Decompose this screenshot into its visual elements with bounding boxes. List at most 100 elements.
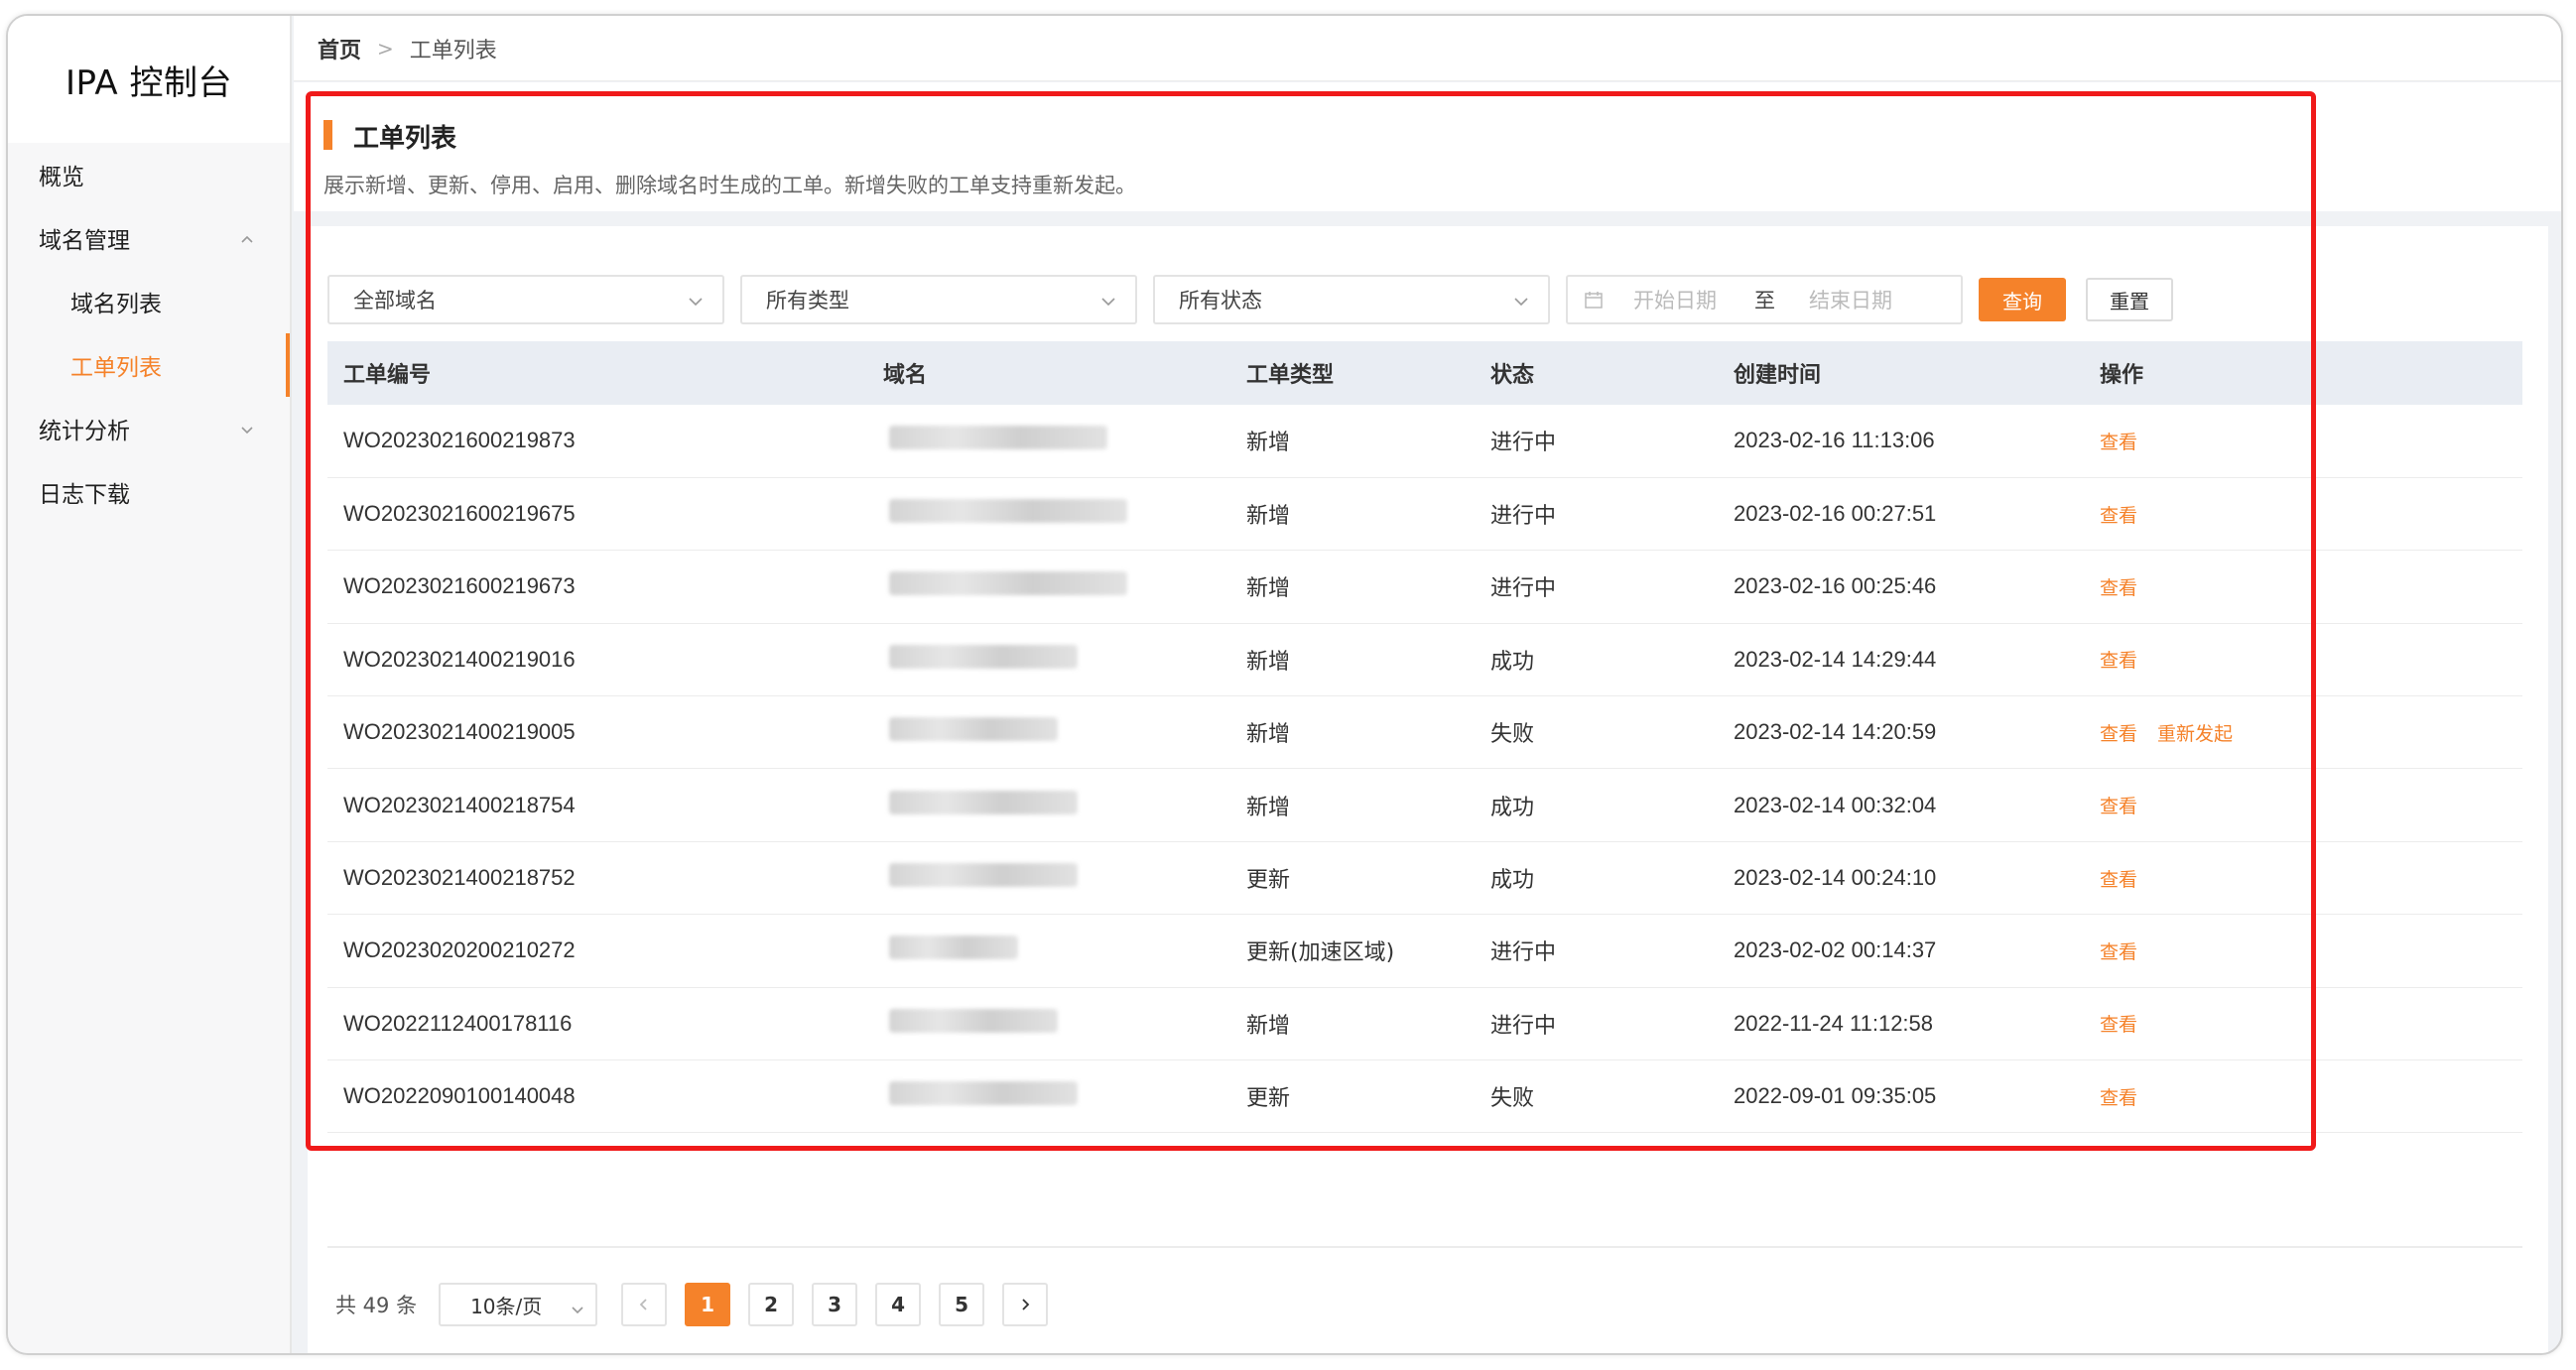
created-time: 2023-02-02 00:14:37: [1734, 914, 2100, 988]
query-button[interactable]: 查询: [1979, 278, 2066, 321]
ticket-type: 更新(加速区域): [1246, 914, 1490, 988]
actions-cell: 查看: [2100, 841, 2522, 916]
created-time: 2023-02-14 14:20:59: [1734, 695, 2100, 770]
redacted-domain: [889, 1008, 1058, 1033]
page-button-2[interactable]: 2: [748, 1283, 795, 1326]
created-time: 2023-02-14 00:32:04: [1734, 768, 2100, 842]
ticket-list-panel: 全部域名 所有类型 所有状态 开始日期 至 结束日期 查询 重置 工单编号 域名…: [308, 226, 2548, 1353]
table-header-row: 工单编号 域名 工单类型 状态 创建时间 操作: [327, 341, 2522, 405]
view-link[interactable]: 查看: [2100, 796, 2137, 817]
breadcrumb: 首页 > 工单列表: [294, 16, 2561, 81]
column-header-status: 状态: [1490, 341, 1734, 405]
ticket-type: 新增: [1246, 550, 1490, 624]
sidebar-item-domain-management[interactable]: 域名管理: [8, 206, 290, 270]
column-header-created: 创建时间: [1734, 341, 2100, 405]
column-header-actions: 操作: [2100, 341, 2522, 405]
start-date-input[interactable]: 开始日期: [1633, 285, 1717, 314]
view-link[interactable]: 查看: [2100, 869, 2137, 891]
table-row: WO2023020200210272 更新(加速区域) 进行中 2023-02-02 …: [327, 914, 2522, 988]
reset-button[interactable]: 重置: [2086, 278, 2173, 321]
page-button-5[interactable]: 5: [939, 1283, 985, 1326]
ticket-type: 新增: [1246, 987, 1490, 1061]
ticket-id: WO2023021600219675: [327, 477, 883, 552]
breadcrumb-current: 工单列表: [409, 38, 497, 63]
sidebar-item-ticket-list[interactable]: 工单列表: [8, 333, 290, 397]
domain-cell: [883, 550, 1246, 624]
status-badge: 成功: [1490, 841, 1734, 916]
ticket-type: 更新: [1246, 1059, 1490, 1134]
sidebar-item-log-download[interactable]: 日志下载: [8, 460, 290, 524]
domain-select[interactable]: 全部域名: [327, 275, 724, 324]
sidebar-item-domain-list[interactable]: 域名列表: [8, 270, 290, 333]
column-header-type: 工单类型: [1246, 341, 1490, 405]
view-link[interactable]: 查看: [2100, 432, 2137, 453]
view-link[interactable]: 查看: [2100, 650, 2137, 672]
domain-cell: [883, 914, 1246, 988]
breadcrumb-home[interactable]: 首页: [318, 33, 361, 64]
resubmit-link[interactable]: 重新发起: [2157, 723, 2233, 745]
status-badge: 失败: [1490, 695, 1734, 770]
status-badge: 失败: [1490, 1059, 1734, 1134]
page-button-3[interactable]: 3: [812, 1283, 858, 1326]
chevron-down-icon: [570, 1299, 585, 1314]
redacted-domain: [889, 644, 1078, 669]
ticket-type: 新增: [1246, 623, 1490, 697]
domain-cell: [883, 768, 1246, 842]
view-link[interactable]: 查看: [2100, 577, 2137, 599]
view-link[interactable]: 查看: [2100, 1014, 2137, 1036]
ticket-type: 新增: [1246, 695, 1490, 770]
domain-cell: [883, 405, 1246, 478]
sidebar-item-statistics[interactable]: 统计分析: [8, 397, 290, 460]
status-select[interactable]: 所有状态: [1153, 275, 1550, 324]
pagination: 共 49 条 10条/页 12345: [335, 1282, 1066, 1327]
ticket-id: WO2023021600219673: [327, 550, 883, 624]
created-time: 2022-11-24 11:12:58: [1734, 987, 2100, 1061]
divider: [327, 1246, 2522, 1248]
view-link[interactable]: 查看: [2100, 941, 2137, 963]
chevron-down-icon: [1099, 292, 1117, 310]
created-time: 2023-02-14 00:24:10: [1734, 841, 2100, 916]
chevron-right-icon: [1022, 1299, 1030, 1310]
page-description: 展示新增、更新、停用、启用、删除域名时生成的工单。新增失败的工单支持重新发起。: [323, 174, 1136, 197]
prev-page-button[interactable]: [621, 1283, 668, 1326]
ticket-type: 新增: [1246, 405, 1490, 478]
chevron-left-icon: [639, 1299, 647, 1310]
status-badge: 进行中: [1490, 550, 1734, 624]
redacted-domain: [889, 499, 1127, 524]
actions-cell: 查看: [2100, 987, 2522, 1061]
sidebar-item-overview[interactable]: 概览: [8, 143, 290, 206]
view-link[interactable]: 查看: [2100, 505, 2137, 527]
page-button-1[interactable]: 1: [685, 1283, 731, 1326]
ticket-id: WO2022090100140048: [327, 1059, 883, 1134]
next-page-button[interactable]: [1002, 1283, 1049, 1326]
redacted-domain: [889, 571, 1127, 596]
page-button-4[interactable]: 4: [875, 1283, 922, 1326]
sidebar-item-label: 概览: [39, 165, 84, 190]
view-link[interactable]: 查看: [2100, 723, 2137, 745]
ticket-type: 更新: [1246, 841, 1490, 916]
end-date-input[interactable]: 结束日期: [1809, 285, 1892, 314]
actions-cell: 查看 重新发起: [2100, 695, 2522, 770]
table-row: WO2022112400178116 新增 进行中 2022-11-24 11:12:…: [327, 987, 2522, 1061]
ticket-id: WO2023021400218752: [327, 841, 883, 916]
domain-cell: [883, 987, 1246, 1061]
domain-cell: [883, 623, 1246, 697]
filter-bar: 全部域名 所有类型 所有状态 开始日期 至 结束日期 查询 重置: [327, 274, 2173, 325]
domain-cell: [883, 695, 1246, 770]
table-row: WO2023021400219005 新增 失败 2023-02-14 14:20:5…: [327, 695, 2522, 770]
date-range-picker[interactable]: 开始日期 至 结束日期: [1566, 275, 1963, 324]
ticket-type: 新增: [1246, 768, 1490, 842]
status-select-value: 所有状态: [1179, 289, 1262, 312]
page-size-select[interactable]: 10条/页: [439, 1283, 598, 1326]
actions-cell: 查看: [2100, 768, 2522, 842]
column-header-ticket-id: 工单编号: [327, 341, 883, 405]
view-link[interactable]: 查看: [2100, 1087, 2137, 1109]
status-badge: 进行中: [1490, 914, 1734, 988]
actions-cell: 查看: [2100, 405, 2522, 478]
created-time: 2023-02-16 00:25:46: [1734, 550, 2100, 624]
table-row: WO2022090100140048 更新 失败 2022-09-01 09:35:0…: [327, 1059, 2522, 1134]
sidebar-item-label: 域名管理: [39, 228, 130, 254]
type-select[interactable]: 所有类型: [740, 275, 1137, 324]
page-size-value: 10条/页: [470, 1294, 543, 1318]
total-count: 共 49 条: [335, 1294, 418, 1317]
